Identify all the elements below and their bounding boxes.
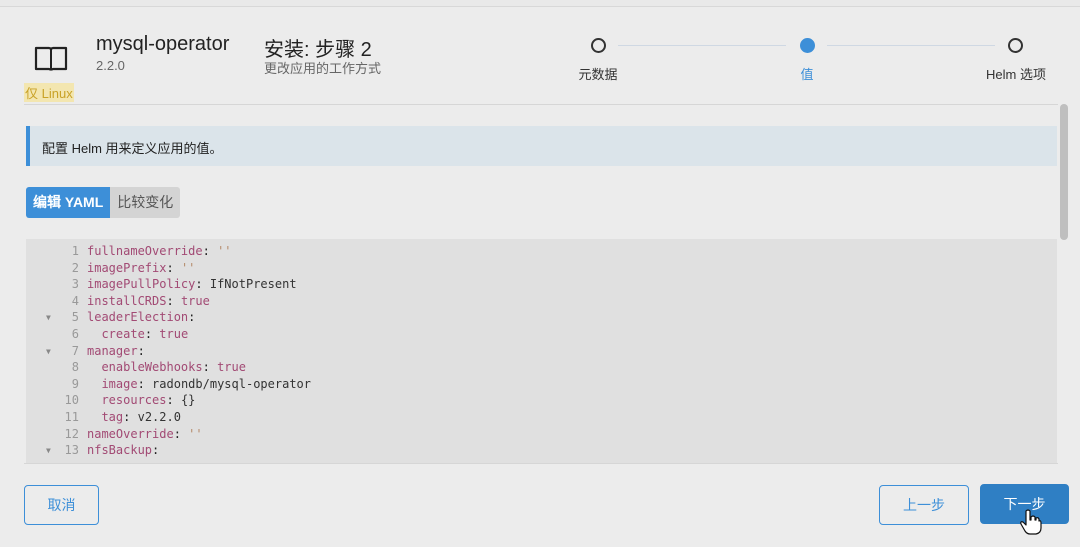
yaml-code: fullnameOverride: '' (87, 244, 232, 258)
line-number: 9 (71, 376, 79, 391)
yaml-value: true (180, 293, 210, 308)
footer-divider (24, 463, 1058, 464)
yaml-key: imagePrefix (87, 260, 167, 275)
line-number: 6 (71, 327, 79, 341)
yaml-code: nfsBackup: (87, 443, 160, 458)
yaml-key: installCRDS (87, 293, 167, 308)
yaml-code: nameOverride: '' (87, 426, 203, 441)
line-number: 5 (71, 310, 79, 325)
step-dot-values[interactable] (800, 38, 815, 53)
line-number: 13 (64, 443, 79, 458)
line-number: 2 (71, 260, 79, 275)
app-name: mysql-operator (96, 33, 230, 55)
yaml-code: installCRDS: true (87, 293, 210, 308)
yaml-value: '' (217, 244, 232, 258)
info-banner-text: 配置 Helm 用来定义应用的值。 (42, 141, 223, 156)
yaml-value: radondb/mysql-operator (152, 376, 311, 391)
header-divider (24, 104, 1058, 105)
yaml-key: create (101, 327, 145, 341)
compare-changes-tab[interactable]: 比较变化 (110, 187, 181, 218)
yaml-key: tag (101, 410, 124, 424)
yaml-key: imagePullPolicy (87, 277, 196, 292)
yaml-code: imagePullPolicy: IfNotPresent (87, 277, 297, 292)
book-icon (34, 46, 68, 71)
info-banner: 配置 Helm 用来定义应用的值。 (26, 126, 1057, 166)
step-dot-metadata[interactable] (591, 38, 606, 53)
yaml-code: tag: v2.2.0 (101, 410, 181, 424)
view-toggle: 编辑 YAML 比较变化 (26, 187, 181, 218)
wizard-stepper: 元数据 值 Helm 选项 (578, 38, 1046, 88)
os-badge: 仅 Linux (24, 83, 74, 102)
edit-yaml-tab[interactable]: 编辑 YAML (26, 187, 111, 218)
line-number: 7 (71, 343, 79, 358)
step-label-metadata[interactable]: 元数据 (578, 64, 617, 83)
yaml-key: resources (101, 393, 167, 408)
yaml-key: nfsBackup (87, 443, 153, 458)
line-number: 10 (64, 393, 79, 408)
line-number: 12 (64, 426, 79, 441)
app-version: 2.2.0 (96, 58, 125, 73)
line-number: 3 (71, 277, 79, 292)
yaml-key: enableWebhooks (101, 360, 203, 375)
scrollbar-thumb[interactable] (1060, 104, 1068, 240)
yaml-value: IfNotPresent (209, 277, 297, 292)
yaml-key: leaderElection (87, 310, 189, 325)
stepper-connector (618, 45, 786, 46)
yaml-code: resources: {} (101, 393, 196, 408)
yaml-value: '' (188, 426, 203, 441)
yaml-value: {} (180, 393, 196, 408)
yaml-key: manager (87, 343, 138, 358)
yaml-key: nameOverride (87, 426, 174, 441)
yaml-key: image (101, 376, 138, 391)
step-subtitle: 更改应用的工作方式 (264, 61, 382, 76)
yaml-key: fullnameOverride (87, 244, 203, 258)
step-label-helm-options[interactable]: Helm 选项 (986, 64, 1046, 83)
yaml-code: imagePrefix: '' (87, 260, 196, 275)
step-label-values[interactable]: 值 (800, 64, 813, 83)
yaml-value: true (217, 360, 246, 375)
line-number: 1 (71, 244, 79, 258)
line-number: 11 (64, 410, 79, 424)
stepper-connector (827, 45, 995, 46)
yaml-value: '' (180, 260, 196, 275)
yaml-value: true (159, 327, 189, 341)
line-number: 4 (71, 293, 79, 308)
hand-pointer-icon (1020, 509, 1042, 535)
cancel-button[interactable]: 取消 (24, 485, 99, 525)
yaml-code: image: radondb/mysql-operator (101, 376, 311, 391)
yaml-editor[interactable]: 1 fullnameOverride: '' 2 imagePrefix: '' 3 im… (26, 239, 1057, 463)
yaml-code: manager: (87, 343, 145, 358)
yaml-code: enableWebhooks: true (101, 360, 246, 375)
step-dot-helm-options[interactable] (1008, 38, 1023, 53)
yaml-code: leaderElection: (87, 310, 196, 325)
previous-step-button[interactable]: 上一步 (879, 485, 969, 525)
yaml-value: v2.2.0 (137, 410, 181, 424)
line-number: 8 (71, 360, 79, 375)
yaml-code: create: true (101, 327, 189, 341)
